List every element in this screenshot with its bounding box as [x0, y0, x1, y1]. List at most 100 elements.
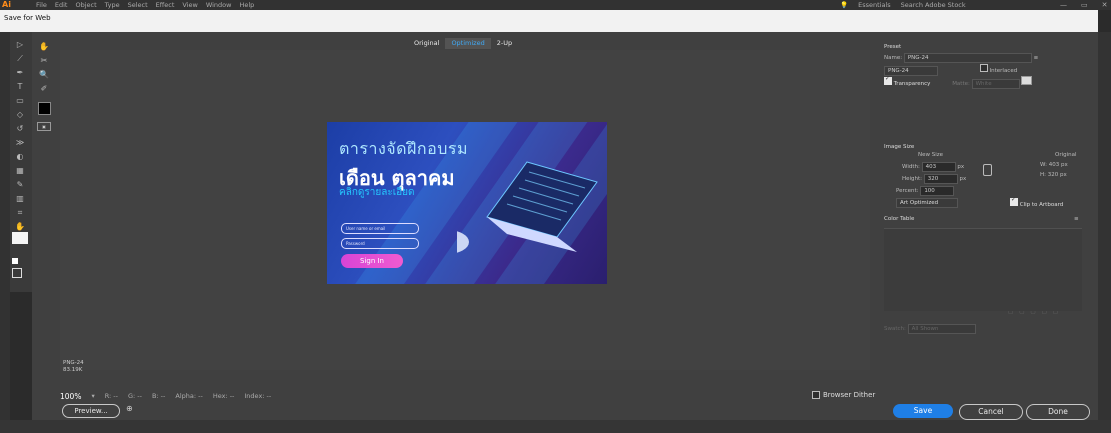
preset-name-select[interactable]: PNG-24: [903, 53, 1032, 63]
preset-label: Preset: [884, 44, 902, 50]
percent-label: Percent:: [896, 188, 919, 194]
rectangle-tool-icon[interactable]: ▭: [14, 96, 26, 105]
illustrator-logo: Ai: [2, 0, 11, 9]
dialog-title: Save for Web: [4, 14, 51, 22]
readout-g: G: --: [127, 392, 142, 400]
menu-object[interactable]: Object: [75, 0, 96, 10]
browser-dither-option[interactable]: Browser Dither: [812, 391, 875, 399]
original-label: Original: [1055, 152, 1077, 158]
type-tool-icon[interactable]: T: [14, 82, 26, 91]
pen-tool-icon[interactable]: ✒: [14, 68, 26, 77]
maximize-button[interactable]: ▭: [1081, 0, 1088, 10]
direct-select-icon[interactable]: ⟋: [14, 54, 26, 64]
art-signin-button: Sign In: [341, 254, 403, 268]
matte-select[interactable]: White: [971, 79, 1020, 89]
eyedropper-icon[interactable]: ✐: [38, 84, 50, 93]
fill-color-swatch[interactable]: [12, 232, 28, 244]
chart-tool-icon[interactable]: ▥: [14, 194, 26, 203]
slice-tool-icon[interactable]: ⌗: [14, 208, 26, 218]
menu-effect[interactable]: Effect: [156, 0, 175, 10]
readout-r: R: --: [104, 392, 118, 400]
browser-icon[interactable]: ⊕: [126, 404, 136, 414]
file-size: 83.19K: [63, 367, 83, 373]
shaper-tool-icon[interactable]: ◇: [14, 110, 26, 119]
color-table-menu-icon[interactable]: ≡: [1074, 216, 1079, 222]
format-select[interactable]: PNG-24: [884, 66, 938, 76]
width-tool-icon[interactable]: ≫: [14, 138, 26, 147]
menu-type[interactable]: Type: [105, 0, 120, 10]
zoom-tool-icon[interactable]: 🔍: [38, 70, 50, 79]
height-input[interactable]: 320: [923, 174, 958, 184]
menu-window[interactable]: Window: [206, 0, 232, 10]
readout-hex: Hex: --: [212, 392, 235, 400]
selection-tool-icon[interactable]: ▷: [14, 40, 26, 49]
menu-help[interactable]: Help: [239, 0, 254, 10]
dialog-tools: ✋ ✂ 🔍 ✐ ▣: [32, 40, 58, 150]
stroke-swatch[interactable]: [12, 258, 18, 264]
menu-list: File Edit Object Type Select Effect View…: [36, 0, 254, 10]
menu-edit[interactable]: Edit: [55, 0, 68, 10]
readout-b: B: --: [151, 392, 166, 400]
preset-menu-icon[interactable]: ≡: [1034, 55, 1039, 61]
eyedropper-tool-icon[interactable]: ✎: [14, 180, 26, 189]
tab-optimized[interactable]: Optimized: [445, 38, 491, 49]
color-table-grid[interactable]: [884, 228, 1082, 311]
window-controls: — ▭ ✕: [1060, 0, 1108, 10]
transparency-row: Transparency Matte: White: [884, 75, 1033, 89]
menu-view[interactable]: View: [182, 0, 197, 10]
percent-input[interactable]: 100: [920, 186, 955, 196]
swatch-select[interactable]: All Shown: [907, 324, 976, 334]
original-height: H: 320 px: [1040, 172, 1067, 178]
quality-select[interactable]: Art Optimized: [896, 198, 958, 208]
window-scrollbar[interactable]: [1098, 32, 1111, 433]
interlaced-checkbox[interactable]: [979, 64, 988, 72]
save-button[interactable]: Save: [893, 404, 953, 418]
color-table-label: Color Table: [884, 216, 915, 222]
menu-select[interactable]: Select: [128, 0, 148, 10]
height-row: Height: 320 px: [902, 174, 966, 184]
format-name: PNG-24: [63, 360, 84, 366]
rotate-tool-icon[interactable]: ↺: [14, 124, 26, 133]
width-input[interactable]: 403: [921, 162, 956, 172]
ai-taskbar-strip: [0, 420, 1111, 433]
width-row: Width: 403 px: [902, 162, 964, 172]
close-window-button[interactable]: ✕: [1102, 0, 1108, 10]
zoom-dropdown-icon[interactable]: ▾: [91, 392, 94, 400]
tab-2up[interactable]: 2-Up: [491, 38, 518, 49]
new-size-label: New Size: [918, 152, 944, 158]
format-row: PNG-24 Interlaced: [884, 64, 1017, 76]
menubar-right: 💡 Essentials Search Adobe Stock: [840, 0, 966, 10]
ai-toolbox: ▷ ⟋ ✒ T ▭ ◇ ↺ ≫ ◐ ▦ ✎ ▥ ⌗ ✋: [10, 32, 32, 292]
cancel-button[interactable]: Cancel: [959, 404, 1023, 420]
width-label: Width:: [902, 164, 920, 170]
tab-original[interactable]: Original: [408, 38, 445, 49]
minimize-button[interactable]: —: [1060, 0, 1067, 10]
browser-dither-checkbox[interactable]: [812, 391, 820, 399]
constrain-proportions-icon[interactable]: [983, 164, 992, 176]
menu-file[interactable]: File: [36, 0, 47, 10]
stock-search-input[interactable]: Search Adobe Stock: [901, 0, 966, 10]
done-button[interactable]: Done: [1026, 404, 1090, 420]
bulb-icon[interactable]: 💡: [840, 0, 848, 10]
interlaced-label: Interlaced: [989, 68, 1018, 74]
transparency-label: Transparency: [893, 81, 931, 87]
browser-dither-label: Browser Dither: [823, 391, 876, 399]
eyedropper-color-swatch[interactable]: [38, 102, 51, 115]
hand-tool-icon[interactable]: ✋: [14, 222, 26, 231]
zoom-level[interactable]: 100%: [60, 392, 81, 401]
clip-checkbox[interactable]: [1010, 196, 1018, 206]
name-label: Name:: [884, 55, 903, 61]
quality-row: Art Optimized: [896, 198, 958, 208]
transparency-checkbox[interactable]: [884, 75, 892, 85]
mesh-tool-icon[interactable]: ▦: [14, 166, 26, 175]
default-colors-icon[interactable]: [12, 268, 22, 278]
original-width: W: 403 px: [1040, 162, 1068, 168]
matte-color-icon[interactable]: [1021, 76, 1033, 85]
gradient-tool-icon[interactable]: ◐: [14, 152, 26, 161]
laptop-illustration: [457, 161, 598, 253]
preview-button[interactable]: Preview...: [62, 404, 120, 418]
toggle-slices-icon[interactable]: ▣: [37, 122, 51, 131]
workspace-switcher[interactable]: Essentials: [858, 0, 891, 10]
hand-tool-icon[interactable]: ✋: [38, 42, 50, 51]
slice-select-icon[interactable]: ✂: [38, 56, 50, 65]
